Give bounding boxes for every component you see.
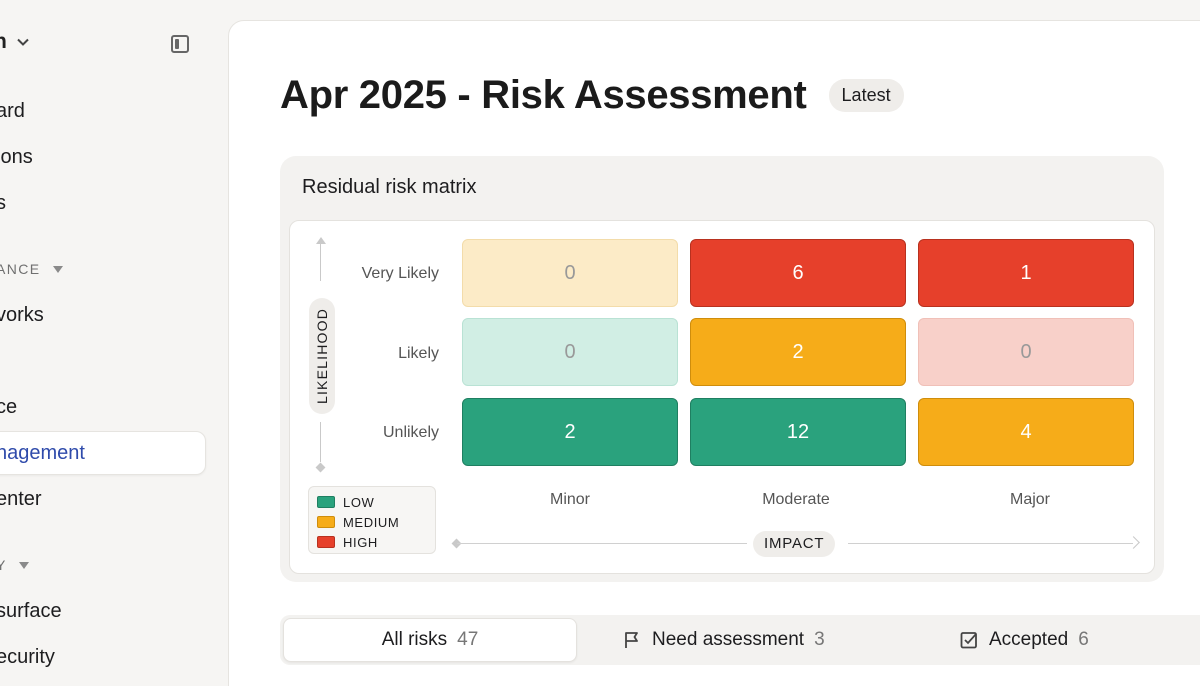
tab-all-risks[interactable]: All risks 47 <box>283 618 577 662</box>
row-label-very-likely: Very Likely <box>361 265 439 282</box>
tab-need-assessment[interactable]: Need assessment 3 <box>622 618 825 662</box>
chevron-down-icon <box>17 38 29 46</box>
axis-line <box>457 543 747 544</box>
col-label-moderate: Moderate <box>762 491 830 508</box>
likelihood-axis: LIKELIHOOD <box>308 237 335 473</box>
tab-count: 3 <box>814 629 825 650</box>
sidebar-item-risk-management[interactable]: nagement <box>0 433 85 473</box>
tab-accepted[interactable]: Accepted 6 <box>959 618 1089 662</box>
legend-label: HIGH <box>343 534 378 550</box>
tab-count: 6 <box>1078 629 1089 650</box>
latest-badge: Latest <box>828 79 904 112</box>
title-row: Apr 2025 - Risk Assessment Latest <box>280 73 904 118</box>
risk-matrix: LIKELIHOOD Very Likely Likely Unlikely 0… <box>289 220 1155 574</box>
sidebar-section-compliance[interactable]: ANCE <box>0 261 63 277</box>
axis-line <box>320 422 321 462</box>
col-label-minor: Minor <box>549 491 590 508</box>
legend-item-high: HIGH <box>317 532 427 552</box>
axis-dot-icon <box>315 462 326 473</box>
matrix-cell-likely-moderate[interactable]: 2 <box>690 318 906 386</box>
matrix-cell-very-likely-major[interactable]: 1 <box>918 239 1134 307</box>
sidebar-item-attack-surface[interactable]: surface <box>0 591 62 631</box>
col-label-major: Major <box>1009 491 1050 508</box>
tab-label: All risks <box>381 629 448 650</box>
sidebar-item-integrations[interactable]: ions <box>0 137 33 177</box>
sidebar-item-evidence[interactable]: ce <box>0 387 17 427</box>
page-title: Apr 2025 - Risk Assessment <box>280 73 807 117</box>
risk-legend: LOW MEDIUM HIGH <box>308 486 436 554</box>
flag-icon <box>625 632 638 648</box>
matrix-cell-unlikely-minor[interactable]: 2 <box>462 398 678 466</box>
axis-line <box>320 241 321 281</box>
matrix-cell-unlikely-moderate[interactable]: 12 <box>690 398 906 466</box>
sidebar-item-dashboard[interactable]: ard <box>0 91 25 131</box>
workspace-name: n <box>0 30 7 53</box>
workspace-switcher[interactable]: n <box>0 30 29 54</box>
legend-label: MEDIUM <box>343 514 400 530</box>
legend-label: LOW <box>343 494 375 510</box>
matrix-cell-very-likely-moderate[interactable]: 6 <box>690 239 906 307</box>
likelihood-label: LIKELIHOOD <box>309 298 335 414</box>
arrow-right-icon <box>1127 536 1140 549</box>
sidebar-toggle-icon[interactable] <box>171 35 189 53</box>
axis-line <box>848 543 1133 544</box>
tab-label: Accepted <box>989 629 1069 650</box>
medium-swatch <box>317 516 335 528</box>
sidebar-item-reports[interactable]: s <box>0 183 6 223</box>
risk-tabs: All risks 47 Need assessment 3 Accepted … <box>280 615 1200 665</box>
impact-label: IMPACT <box>753 531 836 557</box>
row-label-unlikely: Unlikely <box>382 424 439 441</box>
matrix-cell-unlikely-major[interactable]: 4 <box>918 398 1134 466</box>
caret-down-icon <box>18 561 29 569</box>
arrow-up-icon <box>316 237 326 244</box>
sidebar-item-frameworks[interactable]: vorks <box>0 295 44 335</box>
risk-matrix-card: Residual risk matrix LIKELIHOOD Very Lik… <box>280 156 1164 582</box>
likelihood-text: LIKELIHOOD <box>314 307 330 405</box>
row-label-likely: Likely <box>398 345 439 362</box>
sidebar-item-trust-center[interactable]: enter <box>0 479 42 519</box>
matrix-cell-very-likely-minor[interactable]: 0 <box>462 239 678 307</box>
matrix-cell-likely-major[interactable]: 0 <box>918 318 1134 386</box>
sidebar-item-security[interactable]: ecurity <box>0 637 55 677</box>
sidebar-section-security[interactable]: Y <box>0 557 29 573</box>
matrix-title: Residual risk matrix <box>302 176 477 198</box>
impact-axis: IMPACT <box>451 531 1140 557</box>
legend-item-low: LOW <box>317 492 427 512</box>
caret-down-icon <box>52 265 63 273</box>
sidebar: n ard ions s ANCE vorks ce nagement ente… <box>0 0 228 686</box>
tab-label: Need assessment <box>652 629 805 650</box>
high-swatch <box>317 536 335 548</box>
tab-count: 47 <box>457 629 479 650</box>
legend-item-medium: MEDIUM <box>317 512 427 532</box>
checkbox-icon <box>960 632 977 649</box>
section-label: ANCE <box>0 261 41 277</box>
section-label: Y <box>0 557 7 573</box>
main-panel: Apr 2025 - Risk Assessment Latest Residu… <box>228 20 1200 686</box>
low-swatch <box>317 496 335 508</box>
matrix-cell-likely-minor[interactable]: 0 <box>462 318 678 386</box>
